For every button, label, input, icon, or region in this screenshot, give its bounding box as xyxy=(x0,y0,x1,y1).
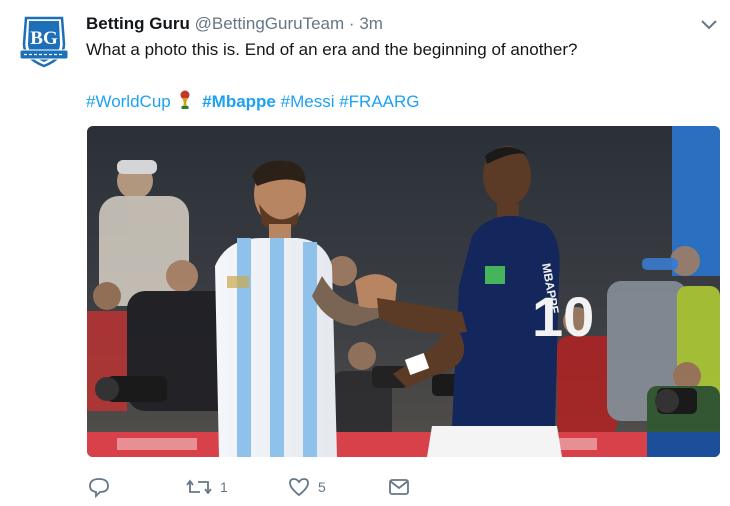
hashtag-row: #WorldCup #Mbappe #Messi #FRAARG xyxy=(86,90,420,112)
reply-icon xyxy=(89,478,109,498)
hashtag-worldcup[interactable]: #WorldCup xyxy=(86,92,171,111)
tweet-header: Betting Guru @BettingGuruTeam · 3m xyxy=(86,14,383,34)
tweet-action-bar: 1 5 xyxy=(88,476,488,500)
retweet-icon xyxy=(186,479,212,495)
hashtag-fraarg[interactable]: #FRAARG xyxy=(339,92,419,111)
svg-text:BG: BG xyxy=(30,28,58,49)
retweet-button[interactable]: 1 xyxy=(186,476,228,498)
hashtag-messi[interactable]: #Messi xyxy=(281,92,335,111)
like-button[interactable]: 5 xyxy=(288,476,326,498)
world-cup-trophy-icon xyxy=(180,90,190,109)
chevron-down-icon xyxy=(701,20,717,30)
separator-dot: · xyxy=(348,14,355,33)
right-jersey-number: 10 xyxy=(532,285,594,348)
like-count: 5 xyxy=(318,479,326,495)
account-handle[interactable]: @BettingGuruTeam xyxy=(195,14,345,33)
tweet-timestamp[interactable]: 3m xyxy=(359,14,383,33)
account-name[interactable]: Betting Guru xyxy=(86,14,190,33)
tweet-text: What a photo this is. End of an era and … xyxy=(86,40,578,59)
heart-icon xyxy=(289,478,309,497)
more-options-button[interactable] xyxy=(698,16,720,34)
direct-message-button[interactable] xyxy=(388,476,410,498)
retweet-count: 1 xyxy=(220,479,228,495)
tweet-photo[interactable]: 10 MBAPPE xyxy=(87,126,720,457)
account-avatar[interactable]: BG xyxy=(18,14,70,68)
reply-button[interactable] xyxy=(88,476,118,498)
betting-guru-logo: BG xyxy=(19,16,69,68)
hashtag-mbappe[interactable]: #Mbappe xyxy=(202,92,276,111)
players-handshake-photo: 10 MBAPPE xyxy=(87,126,720,457)
envelope-icon xyxy=(389,479,409,495)
